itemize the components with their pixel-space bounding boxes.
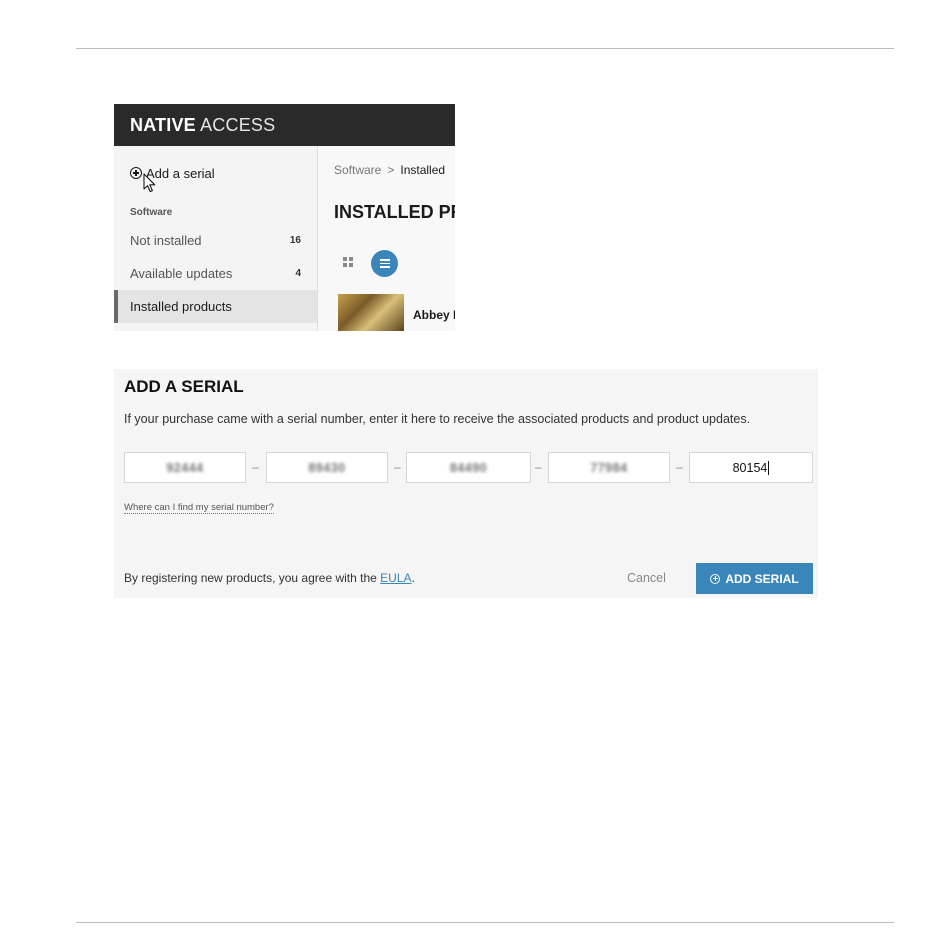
plus-circle-icon (710, 573, 721, 584)
dialog-title: ADD A SERIAL (124, 377, 244, 396)
sidebar-item-available-updates[interactable]: Available updates 4 (114, 257, 317, 290)
main-content: Software > Installed INSTALLED PR Abbey R (318, 146, 455, 331)
agreement-text: By registering new products, you agree w… (124, 571, 377, 585)
serial-field-value: 80154 (732, 460, 768, 475)
serial-separator: – (394, 460, 401, 474)
product-name[interactable]: Abbey R (413, 308, 455, 322)
add-serial-dialog: ADD A SERIAL If your purchase came with … (114, 369, 818, 598)
serial-separator: – (676, 460, 683, 474)
sidebar-item-label: Not installed (130, 233, 202, 248)
serial-field-value: 84490 (449, 460, 488, 475)
mouse-pointer-icon (143, 173, 156, 193)
sidebar: Add a serial Software Not installed 16 A… (114, 146, 318, 331)
agreement-suffix: . (411, 571, 415, 585)
eula-link[interactable]: EULA (380, 571, 411, 585)
sidebar-item-count: 4 (295, 268, 301, 279)
breadcrumb: Software > Installed (334, 163, 445, 177)
add-serial-button-label: ADD SERIAL (725, 571, 799, 586)
serial-separator: – (535, 460, 542, 474)
serial-separator: – (252, 460, 259, 474)
serial-field-3[interactable]: 84490 (406, 452, 531, 483)
find-serial-help-link[interactable]: Where can I find my serial number? (124, 502, 274, 514)
page-top-rule (76, 48, 894, 49)
serial-field-4[interactable]: 77984 (548, 452, 670, 483)
app-header: NATIVE ACCESS (114, 104, 455, 146)
text-caret (768, 460, 770, 475)
app-title: NATIVE ACCESS (130, 115, 275, 136)
sidebar-item-label: Available updates (130, 266, 233, 281)
serial-field-1[interactable]: 92444 (124, 452, 246, 483)
page-title: INSTALLED PR (334, 202, 455, 222)
list-view-icon[interactable] (371, 250, 398, 277)
app-title-light: ACCESS (200, 115, 276, 135)
dialog-description: If your purchase came with a serial numb… (124, 412, 751, 426)
sidebar-item-count: 16 (289, 235, 301, 246)
grid-view-icon[interactable] (343, 257, 354, 268)
plus-circle-icon (130, 167, 142, 179)
page-bottom-rule (76, 922, 894, 923)
native-access-window: NATIVE ACCESS Add a serial Software Not … (114, 104, 455, 331)
eula-agreement: By registering new products, you agree w… (124, 571, 415, 585)
breadcrumb-root[interactable]: Software (334, 163, 381, 177)
sidebar-item-installed-products[interactable]: Installed products (114, 290, 317, 323)
serial-field-value: 77984 (590, 460, 628, 475)
serial-field-5[interactable]: 80154 (689, 452, 813, 483)
sidebar-item-label: Installed products (130, 299, 232, 314)
breadcrumb-current: Installed (400, 163, 446, 177)
breadcrumb-separator: > (387, 163, 395, 177)
serial-field-value: 89430 (308, 460, 346, 475)
sidebar-item-not-installed[interactable]: Not installed 16 (114, 224, 317, 257)
app-title-bold: NATIVE (130, 115, 196, 135)
serial-field-2[interactable]: 89430 (266, 452, 388, 483)
sidebar-section-software: Software (130, 207, 173, 218)
serial-field-value: 92444 (166, 460, 204, 475)
product-thumbnail[interactable] (338, 294, 404, 331)
cancel-button[interactable]: Cancel (627, 571, 666, 585)
add-serial-button[interactable]: ADD SERIAL (696, 563, 813, 594)
